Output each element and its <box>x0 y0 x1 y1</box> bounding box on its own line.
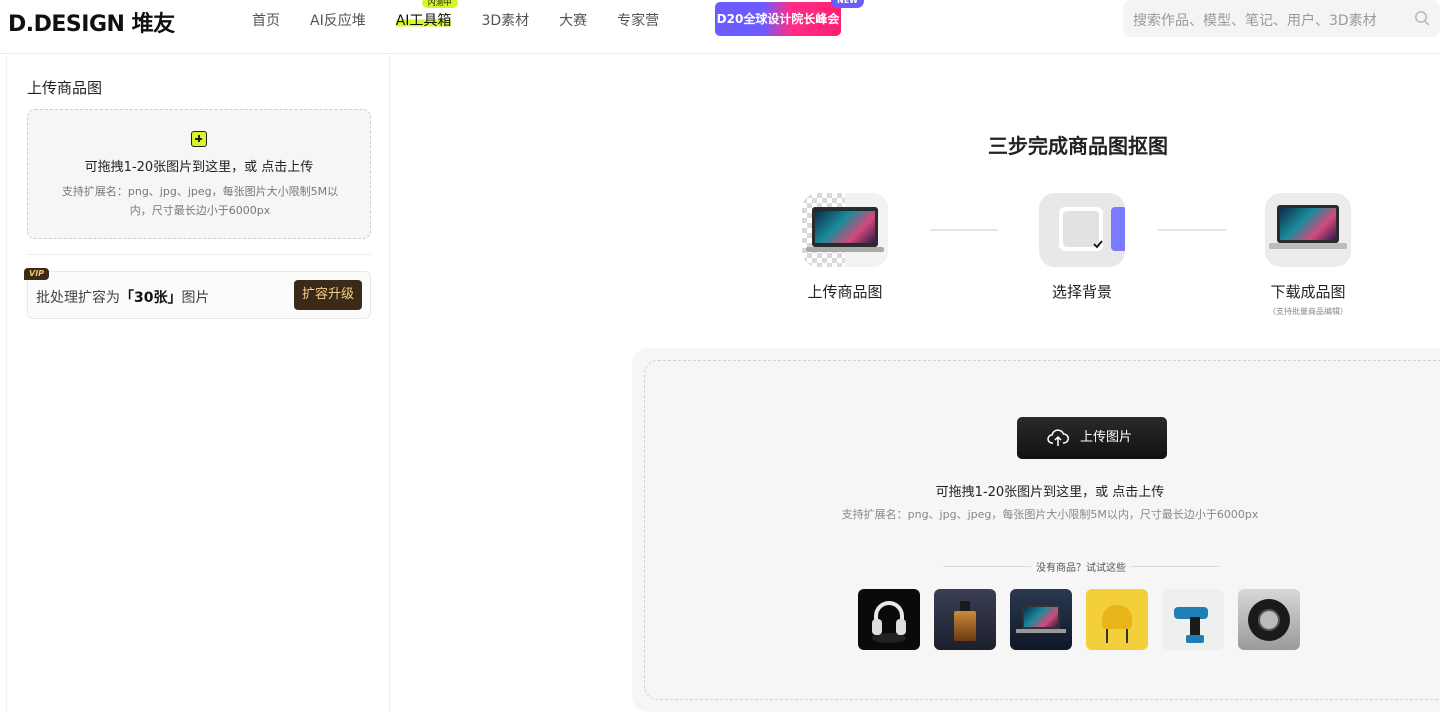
nav-item-3d-assets[interactable]: 3D素材 <box>481 10 529 30</box>
page-title: 三步完成商品图抠图 <box>988 134 1168 158</box>
upload-image-button[interactable]: 上传图片 <box>1017 417 1167 459</box>
main-upload-panel: 上传图片 可拖拽1-20张图片到这里，或 点击上传 支持扩展名：png、jpg、… <box>632 348 1440 712</box>
beta-badge: 内测中 <box>421 0 458 8</box>
step-background: 选择背景 <box>1037 193 1127 302</box>
sidebar-upload-dropzone[interactable]: 可拖拽1-20张图片到这里，或 点击上传 支持扩展名：png、jpg、jpeg，… <box>27 109 371 239</box>
site-logo[interactable]: D.DESIGN 堆友 <box>8 6 175 38</box>
step-upload-label: 上传商品图 <box>807 283 883 301</box>
search-box[interactable]: 搜索作品、模型、笔记、用户、3D素材 <box>1123 0 1440 37</box>
nav-item-ai-reactor[interactable]: AI反应堆 <box>310 10 366 30</box>
step-download: 下载成品图 （支持批量商品编辑） <box>1263 193 1353 317</box>
divider <box>27 254 371 255</box>
dropzone-instruction: 可拖拽1-20张图片到这里，或 点击上传 <box>84 160 314 175</box>
step-background-label: 选择背景 <box>1051 283 1112 301</box>
upgrade-button[interactable]: 扩容升级 <box>294 280 362 310</box>
plus-icon <box>191 131 207 147</box>
nav-item-contest[interactable]: 大赛 <box>559 10 587 30</box>
step-connector <box>930 229 998 231</box>
promo-banner-button[interactable]: D20全球设计院长峰会 <box>715 2 841 36</box>
sidebar-title: 上传商品图 <box>27 79 103 97</box>
vip-upgrade-card: VIP 批处理扩容为「30张」图片 扩容升级 <box>24 268 371 319</box>
search-input[interactable]: 搜索作品、模型、笔记、用户、3D素材 <box>1133 10 1377 30</box>
top-header: D.DESIGN 堆友 首页 AI反应堆 内测中 AI工具箱 3D素材 大赛 专… <box>0 0 1440 54</box>
step-upload: 上传商品图 <box>800 193 890 302</box>
cloud-upload-icon <box>1047 429 1069 446</box>
upload-format-hint: 支持扩展名：png、jpg、jpeg，每张图片大小限制5M以内，尺寸最长边小于6… <box>841 508 1259 521</box>
dropzone-format-hint: 支持扩展名：png、jpg、jpeg，每张图片大小限制5M以内，尺寸最长边小于6… <box>61 185 339 217</box>
step-download-label: 下载成品图 <box>1270 283 1346 301</box>
new-badge: NEW <box>831 0 864 8</box>
vip-badge: VIP <box>24 268 50 280</box>
nav-item-expert-camp[interactable]: 专家营 <box>617 10 659 30</box>
vip-promo-text: 批处理扩容为「30张」图片 <box>36 290 210 306</box>
step-upload-image <box>802 193 888 267</box>
nav-item-ai-toolbox[interactable]: 内测中 AI工具箱 <box>395 0 458 30</box>
divider-line <box>1131 566 1219 567</box>
nav-item-home[interactable]: 首页 <box>252 10 280 30</box>
step-download-note: （支持批量商品编辑） <box>1268 307 1348 316</box>
check-icon <box>1093 240 1103 249</box>
left-sidebar: 上传商品图 可拖拽1-20张图片到这里，或 点击上传 支持扩展名：png、jpg… <box>6 55 390 712</box>
sample-tire[interactable] <box>1238 589 1300 650</box>
sample-divider: 没有商品？试试这些 <box>943 559 1219 574</box>
search-icon[interactable] <box>1414 10 1430 26</box>
sample-chair[interactable] <box>1086 589 1148 650</box>
sample-headphones[interactable] <box>858 589 920 650</box>
upload-instruction: 可拖拽1-20张图片到这里，或 点击上传 <box>935 485 1165 500</box>
main-upload-dropzone[interactable]: 上传图片 可拖拽1-20张图片到这里，或 点击上传 支持扩展名：png、jpg、… <box>644 360 1440 700</box>
step-connector <box>1158 229 1226 231</box>
main-nav: 首页 AI反应堆 内测中 AI工具箱 3D素材 大赛 专家营 <box>252 0 659 30</box>
step-background-image <box>1039 193 1125 267</box>
sample-perfume[interactable] <box>934 589 996 650</box>
sample-drill[interactable] <box>1162 589 1224 650</box>
sample-laptop[interactable] <box>1010 589 1072 650</box>
step-download-image <box>1265 193 1351 267</box>
